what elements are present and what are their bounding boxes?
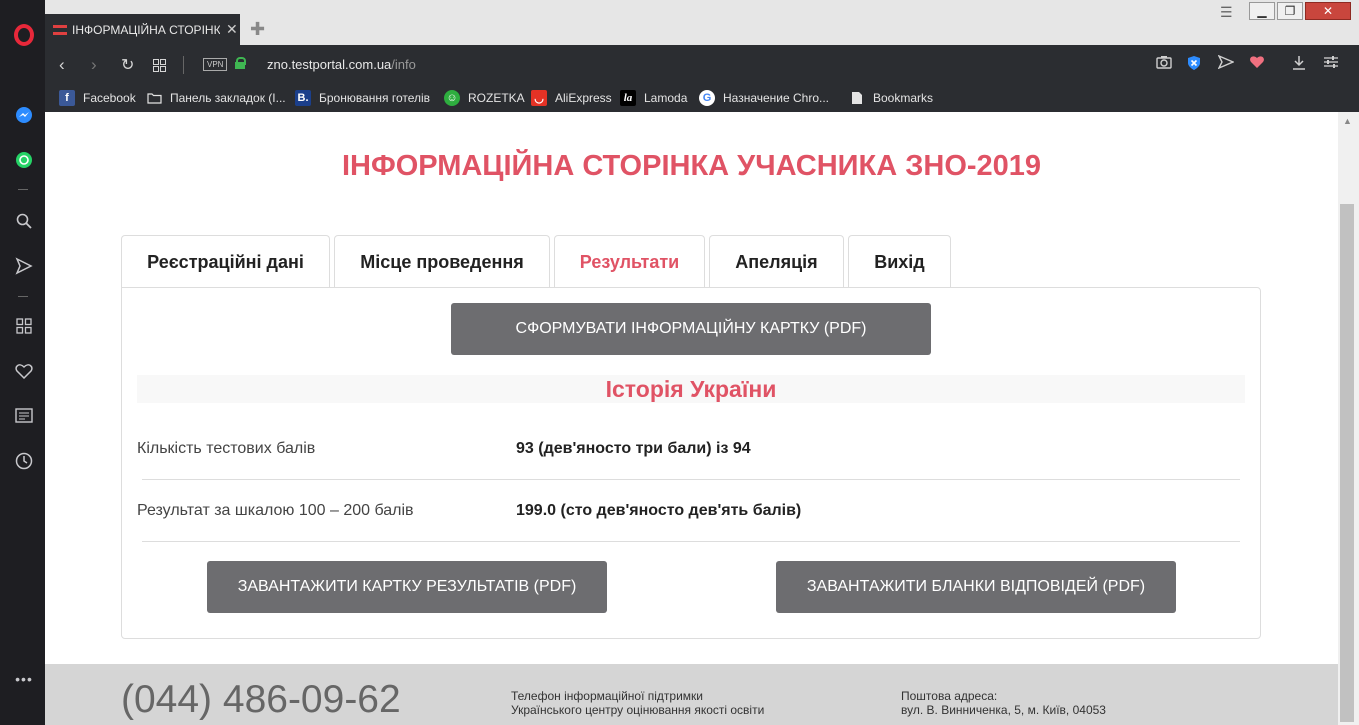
send-icon[interactable] <box>13 255 35 277</box>
results-panel: СФОРМУВАТИ ІНФОРМАЦІЙНУ КАРТКУ (PDF) Іст… <box>121 287 1261 639</box>
browser-tab[interactable]: ІНФОРМАЦІЙНА СТОРІНКА ✕ <box>45 14 240 45</box>
tab-strip: ІНФОРМАЦІЙНА СТОРІНКА ✕ ✚ ☰ ▁ ❐ ✕ <box>45 0 1359 45</box>
easy-setup-icon[interactable] <box>1324 55 1338 73</box>
tab-appeal[interactable]: Апеляція <box>709 235 844 288</box>
more-icon[interactable]: ••• <box>13 668 35 690</box>
bookmarks-bar: f Facebook Панель закладок (І... B. Брон… <box>45 85 1359 112</box>
bookmark-label: ROZETKA <box>468 91 525 105</box>
page-title: ІНФОРМАЦІЙНА СТОРІНКА УЧАСНИКА ЗНО-2019 <box>341 150 1042 182</box>
rozetka-icon: ☺ <box>444 90 460 106</box>
scale-score-value: 199.0 (сто дев'яносто дев'ять балів) <box>516 502 802 519</box>
maximize-button[interactable]: ❐ <box>1277 2 1303 20</box>
facebook-icon: f <box>59 90 75 106</box>
support-line-1: Телефон інформаційної підтримки <box>511 689 704 703</box>
vpn-badge[interactable]: VPN <box>203 58 228 71</box>
row-divider <box>142 541 1240 542</box>
test-score-value: 93 (дев'яносто три бали) із 94 <box>516 440 751 457</box>
address-line-2: вул. В. Винниченка, 5, м. Київ, 04053 <box>901 703 1106 717</box>
adblock-shield-icon[interactable] <box>1187 55 1201 75</box>
bookmark-label: Бронювання готелів <box>319 91 431 105</box>
scroll-thumb[interactable] <box>1340 204 1354 722</box>
bookmark-label: Lamoda <box>644 91 688 105</box>
url-field[interactable]: zno.testportal.com.ua/info <box>267 57 416 72</box>
minimize-button[interactable]: ▁ <box>1249 2 1275 20</box>
bookmark-lamoda[interactable]: la Lamoda <box>620 90 687 106</box>
address-line-1: Поштова адреса: <box>901 689 998 703</box>
aliexpress-icon: ◡ <box>531 90 547 106</box>
forward-icon[interactable]: › <box>91 55 97 75</box>
subject-title: Історія України <box>137 375 1245 403</box>
file-icon <box>849 90 865 106</box>
google-icon: G <box>699 90 715 106</box>
tab-title: ІНФОРМАЦІЙНА СТОРІНКА <box>72 22 220 37</box>
page-footer: (044) 486-09-62 Телефон інформаційної пі… <box>45 664 1338 725</box>
search-icon[interactable] <box>13 210 35 232</box>
opera-logo-icon[interactable] <box>14 24 34 46</box>
row-divider <box>142 479 1240 480</box>
messenger-icon[interactable] <box>13 104 35 126</box>
support-line-2: Українського центру оцінювання якості ос… <box>511 703 765 717</box>
tabs-grid-icon[interactable] <box>153 57 166 77</box>
tab-results[interactable]: Результати <box>554 235 705 289</box>
bookmark-aliexpress[interactable]: ◡ AliExpress <box>531 90 612 106</box>
bookmark-bookmarks[interactable]: Bookmarks <box>849 90 933 106</box>
url-path: /info <box>391 57 416 72</box>
tab-exit[interactable]: Вихід <box>848 235 951 288</box>
lamoda-icon: la <box>620 90 636 106</box>
news-icon[interactable] <box>13 405 35 427</box>
tab-registration[interactable]: Реєстраційні дані <box>121 235 330 288</box>
bookmark-facebook[interactable]: f Facebook <box>59 90 136 106</box>
download-icon[interactable] <box>1292 55 1306 74</box>
postal-address: Поштова адреса: вул. В. Винниченка, 5, м… <box>901 689 1106 717</box>
favorite-heart-icon[interactable] <box>1249 55 1265 73</box>
url-host: zno.testportal.com.ua <box>267 57 392 72</box>
tab-location[interactable]: Місце проведення <box>334 235 550 288</box>
tab-menu-icon[interactable]: ☰ <box>1220 4 1233 21</box>
booking-icon: B. <box>295 90 311 106</box>
close-window-button[interactable]: ✕ <box>1305 2 1351 20</box>
web-page: ІНФОРМАЦІЙНА СТОРІНКА УЧАСНИКА ЗНО-2019 … <box>45 112 1338 725</box>
bookmark-label: Панель закладок (І... <box>170 91 286 105</box>
download-results-card-button[interactable]: ЗАВАНТАЖИТИ КАРТКУ РЕЗУЛЬТАТІВ (PDF) <box>207 561 607 613</box>
flow-send-icon[interactable] <box>1217 54 1235 73</box>
bookmark-folder[interactable]: Панель закладок (І... <box>146 90 286 106</box>
heart-icon[interactable] <box>13 360 35 382</box>
tab-close-icon[interactable]: ✕ <box>226 21 238 38</box>
camera-icon[interactable] <box>1156 55 1172 73</box>
download-answer-sheets-button[interactable]: ЗАВАНТАЖИТИ БЛАНКИ ВІДПОВІДЕЙ (PDF) <box>776 561 1176 613</box>
opera-sidebar: ••• <box>0 0 45 725</box>
bookmark-booking[interactable]: B. Бронювання готелів <box>295 90 430 106</box>
back-icon[interactable]: ‹ <box>59 55 65 75</box>
page-scrollbar[interactable]: ▲ <box>1338 112 1359 725</box>
scroll-up-icon[interactable]: ▲ <box>1343 116 1352 126</box>
bookmark-label: Bookmarks <box>873 91 934 105</box>
browser-window: ••• ІНФОРМАЦІЙНА СТОРІНКА ✕ ✚ ☰ ▁ ❐ ✕ ‹ … <box>0 0 1359 725</box>
speed-dial-icon[interactable] <box>13 315 35 337</box>
address-bar: ‹ › ↻ VPN zno.testportal.com.ua/info <box>45 45 1359 85</box>
history-icon[interactable] <box>13 450 35 472</box>
tab-favicon-icon <box>53 24 67 35</box>
lock-icon[interactable] <box>235 57 246 69</box>
support-info: Телефон інформаційної підтримки Українсь… <box>511 689 764 717</box>
bookmark-google[interactable]: G Назначение Chro... <box>699 90 829 106</box>
reload-icon[interactable]: ↻ <box>121 55 134 75</box>
bookmark-label: Facebook <box>83 91 136 105</box>
whatsapp-icon[interactable] <box>13 149 35 171</box>
bookmark-label: AliExpress <box>555 91 612 105</box>
folder-icon <box>146 90 162 106</box>
new-tab-icon[interactable]: ✚ <box>250 19 265 40</box>
test-score-label: Кількість тестових балів <box>137 440 316 457</box>
bookmark-label: Назначение Chro... <box>723 91 830 105</box>
generate-info-card-button[interactable]: СФОРМУВАТИ ІНФОРМАЦІЙНУ КАРТКУ (PDF) <box>451 303 931 355</box>
bookmark-rozetka[interactable]: ☺ ROZETKA <box>444 90 525 106</box>
scale-score-label: Результат за шкалою 100 – 200 балів <box>137 502 414 519</box>
support-phone: (044) 486-09-62 <box>121 678 401 721</box>
